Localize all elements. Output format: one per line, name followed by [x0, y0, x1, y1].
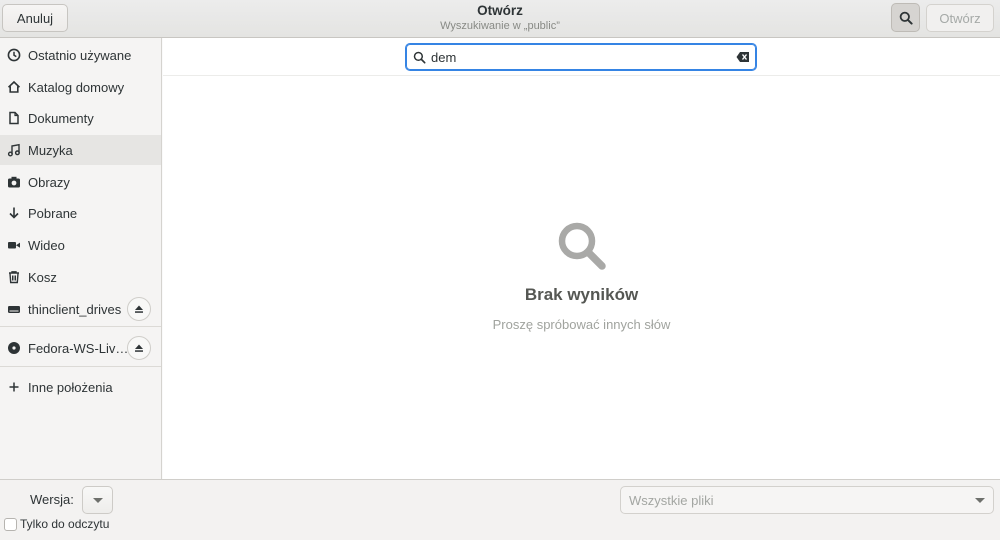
- sidebar-item-label: thinclient_drives: [28, 301, 122, 317]
- eject-icon: [135, 305, 143, 313]
- plus-icon: [7, 380, 21, 394]
- camera-icon: [7, 175, 21, 189]
- sidebar-item-label: Kosz: [28, 269, 57, 285]
- sidebar-item-recent[interactable]: Ostatnio używane: [0, 40, 161, 70]
- sidebar-separator: [0, 366, 161, 367]
- file-filter-combo[interactable]: Wszystkie pliki: [620, 486, 994, 514]
- sidebar-item-documents[interactable]: Dokumenty: [0, 103, 161, 133]
- readonly-checkbox[interactable]: [4, 517, 17, 531]
- file-filter-value: Wszystkie pliki: [629, 492, 714, 508]
- no-results-subtitle: Proszę spróbować innych słów: [492, 317, 671, 332]
- header-bar: Anuluj Otwórz Wyszukiwanie w „public” Ot…: [0, 0, 1000, 38]
- sidebar-item-thinclient-drives[interactable]: thinclient_drives: [0, 294, 161, 324]
- dialog-footer: Wersja: Tylko do odczytu Wszystkie pliki: [0, 479, 1000, 540]
- trash-icon: [7, 270, 21, 284]
- sidebar-separator: [0, 326, 161, 327]
- sidebar-item-home[interactable]: Katalog domowy: [0, 72, 161, 102]
- sidebar-item-label: Katalog domowy: [28, 79, 125, 95]
- eject-button[interactable]: [127, 297, 151, 321]
- clock-icon: [7, 48, 21, 62]
- sidebar-item-label: Dokumenty: [28, 110, 94, 126]
- dialog-subtitle: Wyszukiwanie w „public”: [440, 20, 560, 32]
- search-bar: [163, 38, 1000, 76]
- sidebar-item-label: Pobrane: [28, 205, 78, 221]
- download-icon: [7, 206, 21, 220]
- sidebar-item-label: Muzyka: [28, 142, 73, 158]
- readonly-label: Tylko do odczytu: [20, 517, 110, 531]
- drive-icon: [7, 302, 21, 316]
- open-button[interactable]: Otwórz: [926, 4, 994, 32]
- dialog-title: Otwórz: [477, 3, 523, 18]
- version-dropdown-button[interactable]: [82, 486, 113, 514]
- sidebar-item-label: Inne położenia: [28, 379, 113, 395]
- backspace-icon[interactable]: [736, 51, 750, 63]
- sidebar-item-pictures[interactable]: Obrazy: [0, 167, 161, 197]
- sidebar-item-other-locations[interactable]: Inne położenia: [0, 372, 161, 402]
- search-toggle-button[interactable]: [891, 3, 920, 32]
- magnifier-icon: [558, 222, 606, 270]
- readonly-row: Tylko do odczytu: [4, 517, 109, 531]
- sidebar-item-fedora-disc[interactable]: Fedora-WS-Liv…: [0, 333, 161, 363]
- sidebar-item-downloads[interactable]: Pobrane: [0, 198, 161, 228]
- no-results-placeholder: Brak wyników Proszę spróbować innych słó…: [163, 218, 1000, 332]
- title-block: Otwórz Wyszukiwanie w „public”: [300, 2, 700, 33]
- sidebar-item-label: Ostatnio używane: [28, 47, 132, 63]
- document-icon: [7, 111, 21, 125]
- chevron-down-icon: [975, 498, 985, 503]
- eject-button[interactable]: [127, 336, 151, 360]
- music-icon: [7, 143, 21, 157]
- chevron-down-icon: [92, 497, 103, 503]
- places-sidebar: Ostatnio używane Katalog domowy Dokument…: [0, 38, 162, 479]
- disc-icon: [7, 341, 21, 355]
- search-entry[interactable]: [405, 43, 757, 71]
- sidebar-item-label: Fedora-WS-Liv…: [28, 340, 129, 356]
- sidebar-item-label: Wideo: [28, 237, 65, 253]
- eject-icon: [135, 344, 143, 352]
- search-input[interactable]: [431, 49, 721, 65]
- no-results-title: Brak wyników: [524, 285, 639, 304]
- sidebar-item-music[interactable]: Muzyka: [0, 135, 161, 165]
- version-label: Wersja:: [30, 492, 74, 507]
- sidebar-item-videos[interactable]: Wideo: [0, 230, 161, 260]
- sidebar-item-label: Obrazy: [28, 174, 70, 190]
- home-icon: [7, 80, 21, 94]
- sidebar-item-trash[interactable]: Kosz: [0, 262, 161, 292]
- video-icon: [7, 238, 21, 252]
- cancel-button[interactable]: Anuluj: [2, 4, 68, 32]
- search-icon: [899, 11, 913, 25]
- file-view: Brak wyników Proszę spróbować innych słó…: [163, 38, 1000, 479]
- search-icon: [413, 51, 426, 64]
